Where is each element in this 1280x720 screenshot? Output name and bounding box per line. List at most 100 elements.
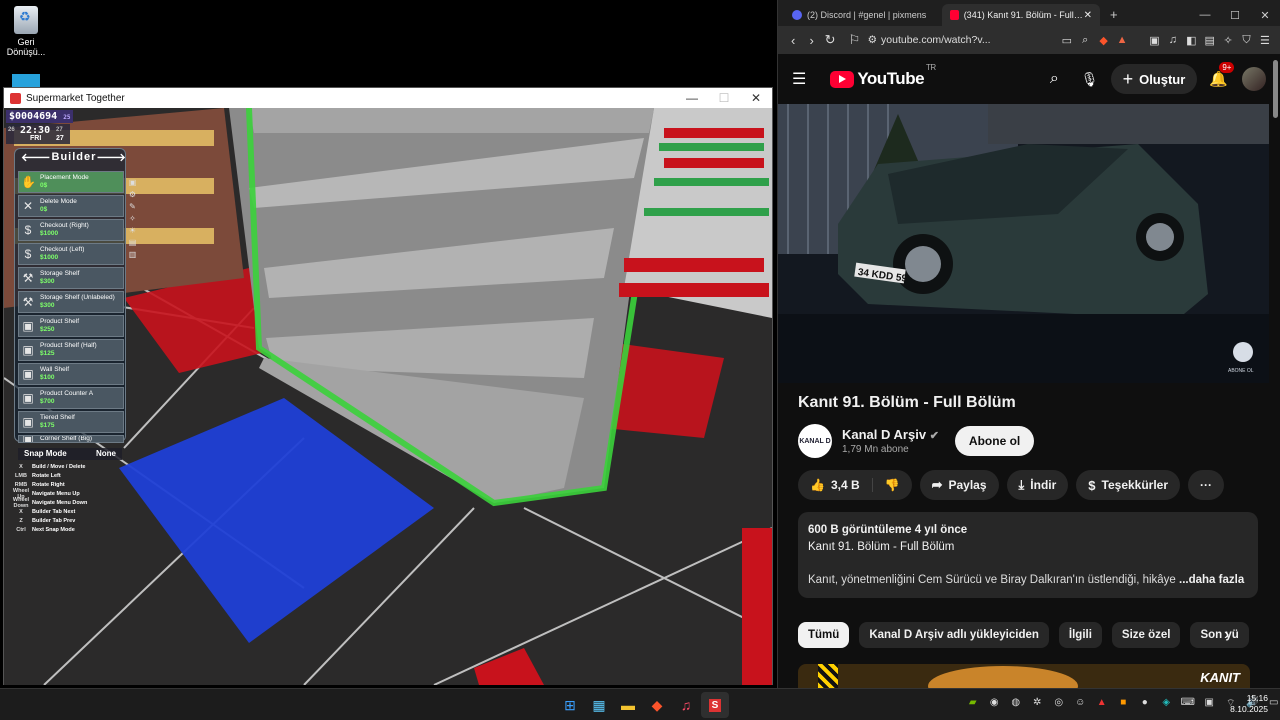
forward-icon[interactable]: › <box>802 33 820 48</box>
chips-next-arrow-icon[interactable]: › <box>1224 626 1229 644</box>
browser-window[interactable]: (2) Discord | #genel | pixmens (341) Kan… <box>777 0 1280 688</box>
trash-icon[interactable]: ▥ <box>128 250 137 259</box>
tab-youtube[interactable]: (341) Kanıt 91. Bölüm - Full Bölüm ✕ <box>942 4 1100 26</box>
wallet-icon[interactable]: ▣ <box>1145 34 1163 47</box>
tray-app-icon[interactable]: ● <box>1134 697 1156 710</box>
site-info-icon[interactable]: ⚙ <box>868 34 877 46</box>
account-avatar[interactable] <box>1242 67 1266 91</box>
bookmark-icon[interactable]: ⚐ <box>845 32 863 48</box>
tray-app-icon[interactable]: ◈ <box>1156 697 1178 710</box>
filter-chip[interactable]: Tümü <box>798 622 850 648</box>
tray-app-icon[interactable]: ▣ <box>1199 697 1221 710</box>
back-icon[interactable]: ‹ <box>784 33 802 48</box>
game-viewport[interactable]: $0004694 25 26 22:30 FRI 27 27 🡐 Builder… <box>4 108 772 685</box>
filter-chip[interactable]: Son yü <box>1190 622 1249 648</box>
save-icon[interactable]: ▣ <box>128 178 137 187</box>
create-button[interactable]: + Oluştur <box>1110 64 1198 94</box>
menu-icon[interactable]: ☰ <box>1256 34 1274 47</box>
builder-item[interactable]: ▣ Wall Shelf $100 <box>18 363 124 385</box>
light-icon[interactable]: ☀ <box>128 226 137 235</box>
page-scrollbar[interactable] <box>1273 60 1278 118</box>
share-button[interactable]: ➦ Paylaş <box>919 470 999 500</box>
hamburger-menu-icon[interactable]: ☰ <box>792 69 806 89</box>
maximize-button[interactable]: ☐ <box>708 91 740 105</box>
filter-chip[interactable]: Size özel <box>1111 622 1181 648</box>
close-tab-icon[interactable]: ✕ <box>1084 10 1092 21</box>
widgets-icon[interactable]: ▦ <box>585 692 613 718</box>
taskbar-clock[interactable]: 15:16 8.10.2025 <box>1230 693 1268 715</box>
dislike-button[interactable]: 👎 <box>873 478 912 492</box>
tray-app-icon[interactable]: ▲ <box>1091 697 1113 710</box>
steam-icon[interactable]: ◍ <box>1005 697 1027 710</box>
search-icon[interactable]: ⌕ <box>1050 70 1059 88</box>
builder-prev-arrow-icon[interactable]: 🡐 <box>21 150 52 164</box>
description-box[interactable]: 600 B görüntüleme 4 yıl önce Kanıt 91. B… <box>798 512 1258 598</box>
builder-item[interactable]: ⚒ Storage Shelf $300 <box>18 267 124 289</box>
like-button[interactable]: 👍 3,4 B <box>798 478 873 492</box>
builder-item[interactable]: $ Checkout (Right) $1000 <box>18 219 124 241</box>
builder-item-list[interactable]: ✋ Placement Mode 0$ ✕ Delete Mode 0$ $ Checkout… <box>18 171 124 445</box>
tray-app-icon[interactable]: ✲ <box>1027 697 1049 710</box>
tab-discord[interactable]: (2) Discord | #genel | pixmens <box>784 4 942 26</box>
settings-icon[interactable]: ⚙ <box>128 190 137 199</box>
builder-item[interactable]: ▣ Product Shelf $250 <box>18 315 124 337</box>
minimize-button[interactable]: — <box>676 91 708 105</box>
download-button[interactable]: ⤓ İndir <box>1006 470 1069 500</box>
thanks-button[interactable]: $ Teşekkürler <box>1076 470 1181 500</box>
tray-app-icon[interactable]: ◉ <box>984 697 1006 710</box>
builder-next-arrow-icon[interactable]: 🡒 <box>96 150 127 164</box>
builder-item[interactable]: ▣ Tiered Shelf $175 <box>18 411 124 433</box>
game-titlebar[interactable]: Supermarket Together — ☐ ✕ <box>4 88 772 108</box>
builder-item[interactable]: ⚒ Storage Shelf (Unlabeled) $300 <box>18 291 124 313</box>
file-explorer-icon[interactable]: ▬ <box>614 692 642 718</box>
apple-music-icon[interactable]: ♫ <box>672 692 700 718</box>
sidebar-icon[interactable]: ◧ <box>1182 34 1200 47</box>
builder-panel[interactable]: 🡐 Builder 🡒 ✋ Placement Mode 0$ ✕ Delete Mod… <box>14 148 127 445</box>
language-icon[interactable]: ⌨ <box>1177 697 1199 710</box>
video-player[interactable]: 34 KDD 59 ABONE OL <box>778 104 1269 383</box>
discord-tray-icon[interactable]: ☺ <box>1070 697 1092 710</box>
browser-maximize-button[interactable]: ☐ <box>1220 9 1250 22</box>
microphone-icon[interactable]: 🎙 <box>1081 71 1099 88</box>
recycle-bin-shortcut[interactable]: Geri Dönüşü... <box>6 6 46 57</box>
youtube-logo[interactable]: YouTube TR <box>830 63 936 89</box>
builder-item[interactable]: ▣ Product Counter A $700 <box>18 387 124 409</box>
brave-shields-icon[interactable]: ◆ <box>1094 34 1112 47</box>
reload-icon[interactable]: ↻ <box>821 32 839 48</box>
tool-icon[interactable]: ✎ <box>128 202 137 211</box>
builder-item[interactable]: $ Checkout (Left) $1000 <box>18 243 124 265</box>
filter-chip[interactable]: Kanal D Arşiv adlı yükleyiciden <box>859 622 1049 648</box>
address-bar[interactable]: ⚙ youtube.com/watch?v... <box>868 30 1058 50</box>
vpn-icon[interactable]: ⛉ <box>1237 34 1255 47</box>
zoom-icon[interactable]: ⌕ <box>1076 34 1094 47</box>
close-button[interactable]: ✕ <box>740 91 772 105</box>
brave-rewards-icon[interactable]: ▲ <box>1113 34 1131 46</box>
channel-avatar[interactable]: KANAL D <box>798 424 832 458</box>
builder-item[interactable]: ✕ Delete Mode 0$ <box>18 195 124 217</box>
builder-item[interactable]: ▣ Product Shelf (Half) $125 <box>18 339 124 361</box>
builder-item[interactable]: ✋ Placement Mode 0$ <box>18 171 124 193</box>
extensions-icon[interactable]: ▤ <box>1200 34 1218 47</box>
supermarket-together-taskbar-icon[interactable]: S <box>701 692 729 718</box>
subscribe-button[interactable]: Abone ol <box>954 426 1035 456</box>
brave-browser-icon[interactable]: ◆ <box>643 692 671 718</box>
notifications-bell-icon[interactable]: 🔔 9+ <box>1209 62 1235 88</box>
nvidia-icon[interactable]: ▰ <box>962 697 984 710</box>
show-more-link[interactable]: ...daha fazla <box>1179 574 1244 586</box>
windows-start-icon[interactable]: ⊞ <box>556 692 584 718</box>
new-tab-button[interactable]: + <box>1100 4 1128 26</box>
tray-app-icon[interactable]: ■ <box>1113 697 1135 710</box>
more-actions-button[interactable]: ··· <box>1188 470 1225 500</box>
paint-icon[interactable]: ✧ <box>128 214 137 223</box>
next-video-thumbnail[interactable]: KANIT <box>798 664 1250 688</box>
media-icon[interactable]: ♫ <box>1164 34 1182 46</box>
channel-name[interactable]: Kanal D Arşiv <box>842 427 926 442</box>
tray-app-icon[interactable]: ◎ <box>1048 697 1070 710</box>
browser-minimize-button[interactable]: — <box>1190 9 1220 21</box>
builder-item[interactable]: ▣ Corner Shelf (Big) <box>18 435 124 443</box>
layout-icon[interactable]: ▤ <box>128 238 137 247</box>
filter-chip[interactable]: İlgili <box>1058 622 1102 648</box>
cast-icon[interactable]: ▭ <box>1058 34 1076 47</box>
leo-icon[interactable]: ✧ <box>1219 34 1237 47</box>
browser-close-button[interactable]: ✕ <box>1250 9 1280 22</box>
